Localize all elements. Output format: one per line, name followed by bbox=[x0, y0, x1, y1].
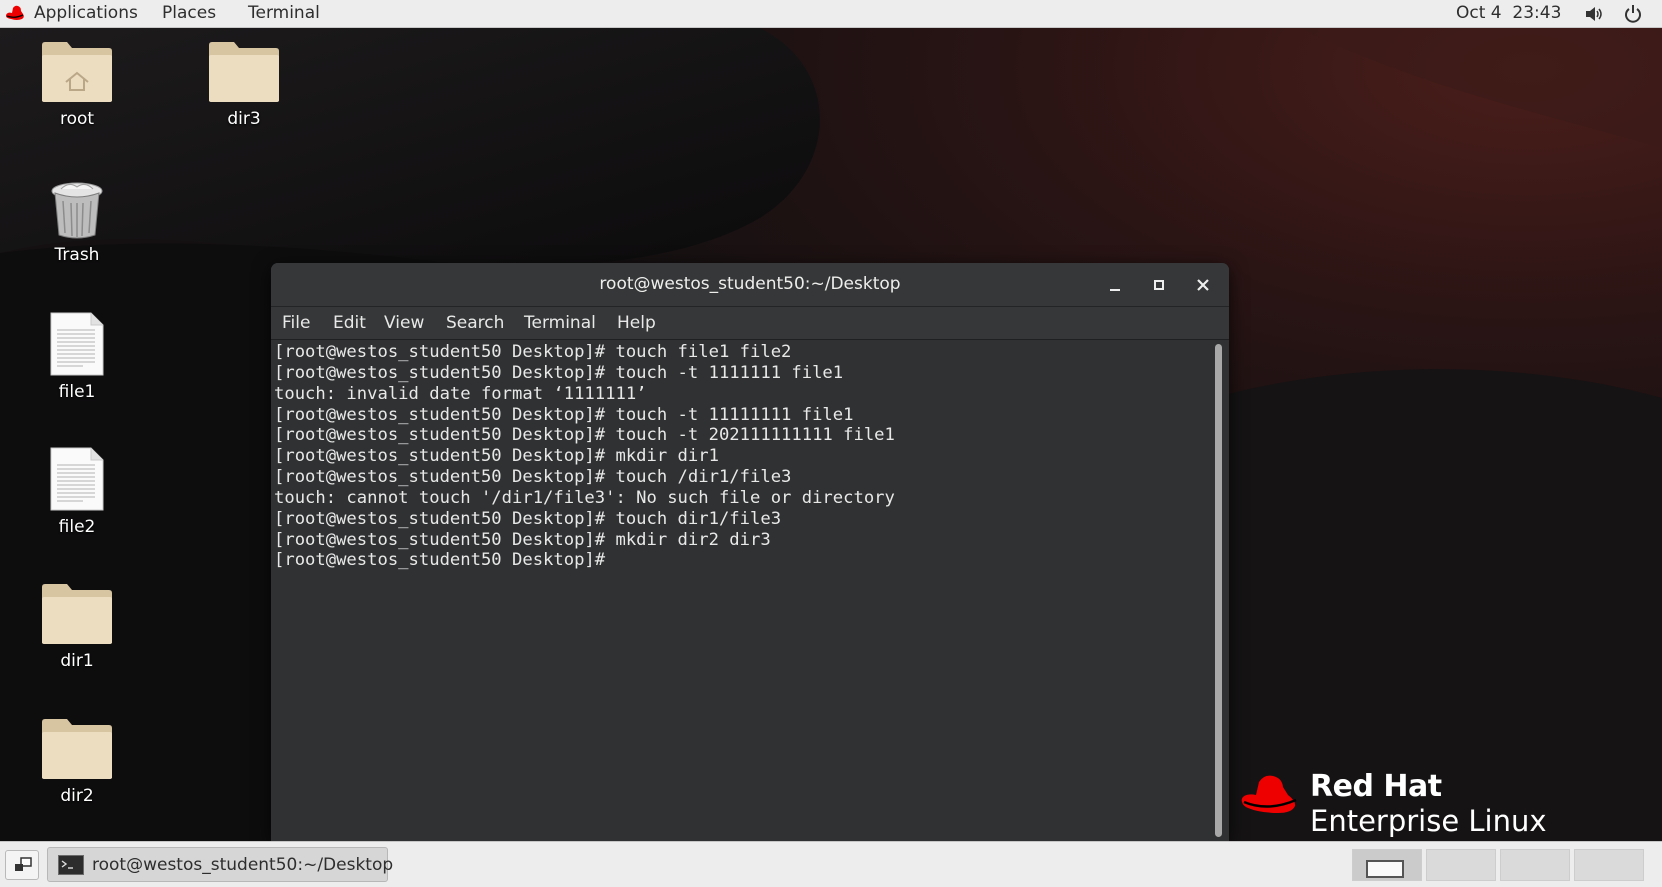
desktop-icon-file2[interactable]: file2 bbox=[17, 447, 137, 537]
terminal-line: [root@westos_student50 Desktop]# mkdir d… bbox=[274, 529, 771, 550]
desktop-icon-file1[interactable]: file1 bbox=[17, 312, 137, 402]
terminal-window[interactable]: root@westos_student50:~/Desktop File Edi… bbox=[271, 263, 1229, 841]
terminal-line: [root@westos_student50 Desktop]# touch d… bbox=[274, 508, 782, 529]
terminal-output: [root@westos_student50 Desktop]# touch f… bbox=[274, 342, 895, 571]
workspace-1[interactable] bbox=[1352, 849, 1422, 881]
desktop-icon-label: file2 bbox=[58, 517, 96, 537]
terminal-line: touch: cannot touch '/dir1/file3': No su… bbox=[274, 487, 895, 508]
applications-menu[interactable]: Applications bbox=[34, 3, 138, 23]
desktop-icon-dir1[interactable]: dir1 bbox=[17, 583, 137, 671]
rhel-logo-line1: Red Hat bbox=[1310, 769, 1442, 804]
desktop-icon-root[interactable]: root bbox=[17, 41, 137, 129]
menu-help[interactable]: Help bbox=[617, 313, 656, 333]
window-title: root@westos_student50:~/Desktop bbox=[599, 274, 901, 294]
desktop-icon-label: dir1 bbox=[60, 651, 94, 671]
terminal-prompt[interactable]: [root@westos_student50 Desktop]# bbox=[274, 550, 615, 570]
home-folder-icon bbox=[42, 42, 112, 102]
taskbar-item-terminal[interactable]: root@westos_student50:~/Desktop bbox=[47, 847, 393, 882]
terminal-menubar: File Edit View Search Terminal Help bbox=[271, 307, 1229, 340]
desktop-icon-trash[interactable]: Trash bbox=[17, 179, 137, 265]
menu-file[interactable]: File bbox=[282, 313, 310, 333]
menu-edit[interactable]: Edit bbox=[333, 313, 366, 333]
terminal-line: [root@westos_student50 Desktop]# touch -… bbox=[274, 404, 854, 425]
minimize-button[interactable] bbox=[1105, 275, 1125, 295]
terminal-line: [root@westos_student50 Desktop]# touch /… bbox=[274, 467, 792, 488]
terminal-content[interactable]: [root@westos_student50 Desktop]# touch f… bbox=[271, 340, 1229, 841]
terminal-line: touch: invalid date format ‘1111111’ bbox=[274, 383, 647, 404]
text-file-icon bbox=[50, 447, 104, 511]
bottom-panel: root@westos_student50:~/Desktop bbox=[0, 841, 1662, 887]
window-titlebar[interactable]: root@westos_student50:~/Desktop bbox=[271, 263, 1229, 307]
clock[interactable]: Oct 4 23:43 bbox=[1456, 3, 1561, 23]
workspace-window-thumbnail bbox=[1366, 860, 1404, 878]
workspace-2[interactable] bbox=[1426, 849, 1496, 881]
folder-icon bbox=[209, 42, 279, 102]
desktop-icon-label: Trash bbox=[54, 245, 100, 265]
terminal-scrollbar[interactable] bbox=[1215, 344, 1222, 837]
desktop-icon-label: dir2 bbox=[60, 786, 94, 806]
top-panel: Applications Places Terminal Oct 4 23:43 bbox=[0, 0, 1662, 28]
terminal-line: [root@westos_student50 Desktop]# touch -… bbox=[274, 362, 844, 383]
places-menu[interactable]: Places bbox=[162, 3, 216, 23]
taskbar-item-label: root@westos_student50:~/Desktop bbox=[92, 855, 394, 875]
volume-icon[interactable] bbox=[1584, 5, 1604, 23]
show-desktop-button[interactable] bbox=[5, 850, 39, 880]
terminal-app-menu[interactable]: Terminal bbox=[248, 3, 320, 23]
terminal-app-icon bbox=[58, 855, 84, 875]
redhat-logo-icon bbox=[1241, 775, 1297, 813]
redhat-menu-icon[interactable] bbox=[4, 4, 26, 22]
desktop-icon-dir3[interactable]: dir3 bbox=[184, 41, 304, 129]
terminal-line: [root@westos_student50 Desktop]# touch -… bbox=[274, 425, 895, 446]
workspace-3[interactable] bbox=[1500, 849, 1570, 881]
menu-search[interactable]: Search bbox=[446, 313, 504, 333]
desktop-icon-label: dir3 bbox=[227, 109, 261, 129]
terminal-line: [root@westos_student50 Desktop]# touch f… bbox=[274, 342, 792, 362]
desktop-icon-label: file1 bbox=[58, 382, 96, 402]
show-desktop-icon bbox=[15, 857, 32, 871]
menu-terminal[interactable]: Terminal bbox=[524, 313, 596, 333]
trash-icon bbox=[51, 182, 103, 239]
workspace-4[interactable] bbox=[1574, 849, 1644, 881]
folder-icon bbox=[42, 584, 112, 644]
power-icon[interactable] bbox=[1623, 4, 1643, 24]
menu-view[interactable]: View bbox=[384, 313, 424, 333]
folder-icon bbox=[42, 719, 112, 779]
close-button[interactable] bbox=[1193, 275, 1213, 295]
rhel-logo-line2: Enterprise Linux bbox=[1310, 804, 1547, 838]
text-file-icon bbox=[50, 312, 104, 376]
terminal-line: [root@westos_student50 Desktop]# mkdir d… bbox=[274, 446, 719, 467]
maximize-button[interactable] bbox=[1149, 275, 1169, 295]
desktop-icon-dir2[interactable]: dir2 bbox=[17, 718, 137, 806]
desktop-icon-label: root bbox=[59, 109, 95, 129]
